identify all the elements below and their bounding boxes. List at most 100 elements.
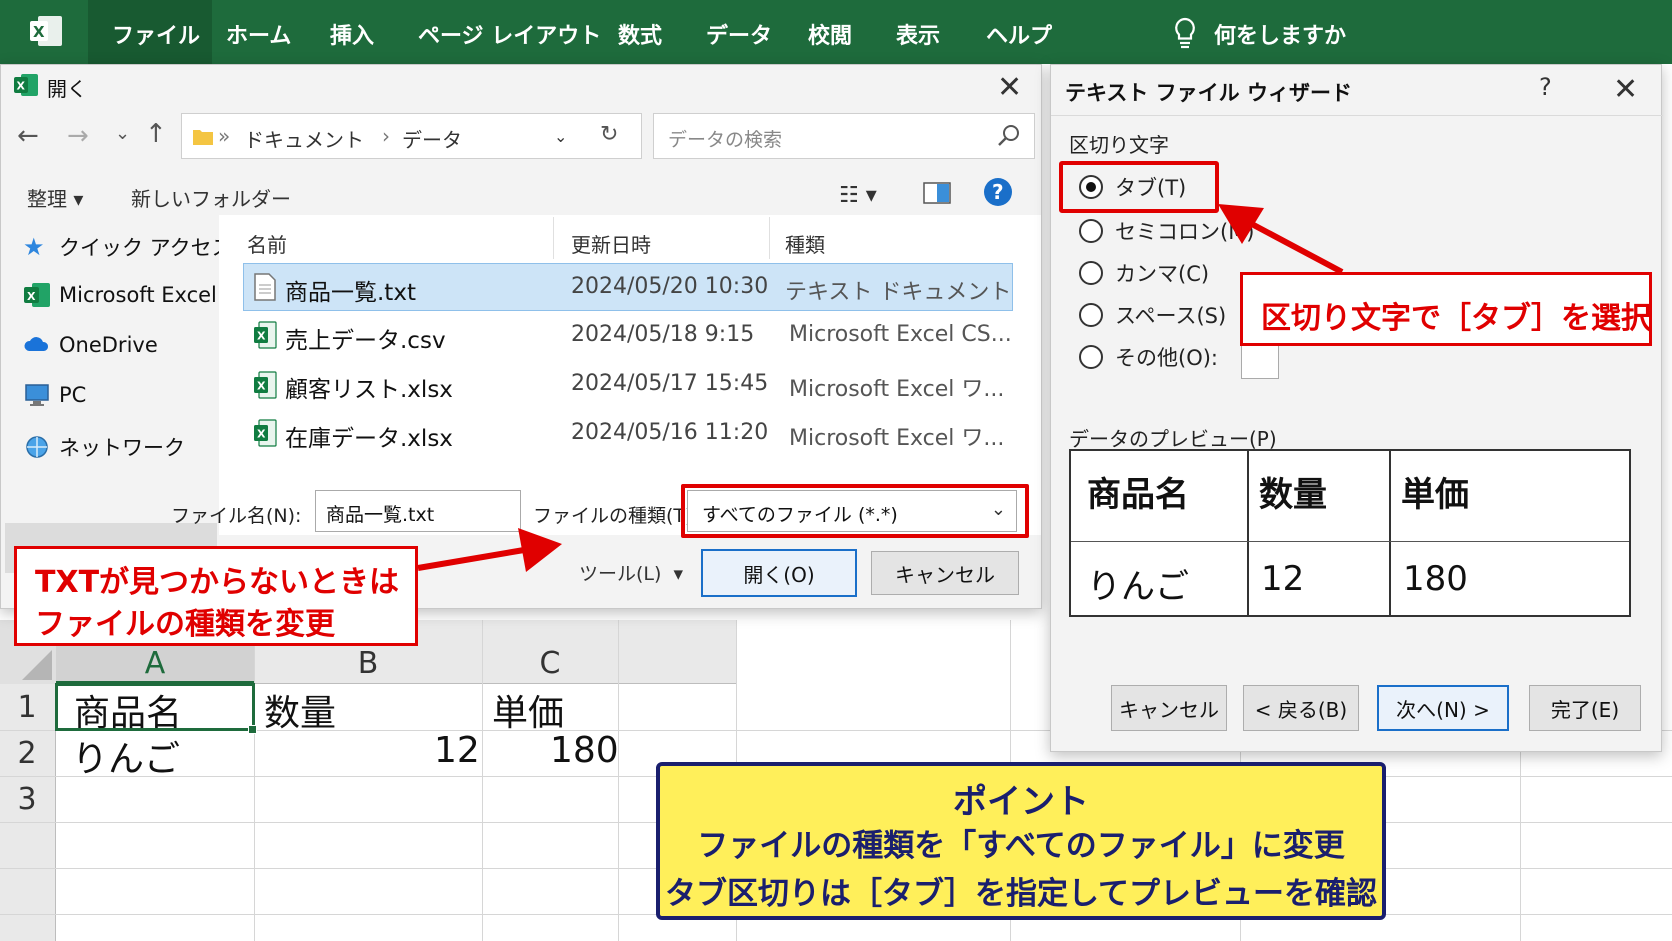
recent-chevron-icon[interactable]: ⌄ (115, 125, 130, 143)
point-line-1: ファイルの種類を「すべてのファイル」に変更 (697, 828, 1345, 864)
tab-page-layout[interactable]: ページ レイアウト (418, 18, 601, 50)
selected-cell-outline (55, 683, 255, 731)
tab-formulas[interactable]: 数式 (618, 18, 662, 50)
filetype-highlight-box (681, 484, 1029, 538)
preview-pane-icon[interactable] (923, 181, 951, 205)
wizard-cancel-button[interactable]: キャンセル (1111, 685, 1227, 731)
breadcrumb-separator-icon: » (218, 124, 231, 148)
folder-icon (193, 130, 213, 145)
cell-c2[interactable]: 180 (550, 730, 619, 771)
back-button[interactable]: < 戻る(B) (1243, 685, 1359, 731)
svg-text:X: X (257, 428, 266, 441)
row-header-1[interactable]: 1 (0, 690, 54, 725)
column-header-type[interactable]: 種類 (785, 229, 825, 258)
filetype-callout-line2: ファイルの種類を変更 (35, 607, 335, 642)
ribbon: X ファイル ホーム 挿入 ページ レイアウト 数式 データ 校閲 表示 ヘルプ… (0, 0, 1672, 64)
column-header-a[interactable]: A (56, 646, 254, 681)
preview-header-cell: 数量 (1259, 475, 1327, 515)
close-icon[interactable]: ✕ (997, 73, 1022, 103)
svg-text:?: ? (992, 180, 1004, 204)
tab-view[interactable]: 表示 (896, 18, 940, 50)
tab-option-highlight-box (1059, 161, 1219, 213)
column-header-c[interactable]: C (482, 646, 618, 681)
text-import-wizard: テキスト ファイル ウィザード ? ✕ 区切り文字 タブ(T) セミコロン(M)… (1050, 64, 1663, 752)
file-name[interactable]: 商品一覧.txt (285, 273, 416, 307)
nav-item-quick-access[interactable]: ★ クイック アクセス (23, 227, 233, 267)
tell-me-search[interactable]: 何をしますか (1214, 18, 1346, 50)
address-dropdown-icon[interactable]: ⌄ (554, 127, 567, 146)
nav-item-pc[interactable]: PC (23, 375, 86, 415)
file-name[interactable]: 顧客リスト.xlsx (285, 370, 453, 404)
file-date: 2024/05/16 11:20 (571, 420, 769, 445)
breadcrumb-documents[interactable]: ドキュメント (244, 124, 364, 153)
view-options-icon[interactable]: ☷ ▾ (839, 183, 877, 208)
svg-text:X: X (27, 290, 36, 303)
tab-insert[interactable]: 挿入 (330, 18, 374, 50)
cell-a2[interactable]: りんご (72, 730, 180, 782)
nav-item-network[interactable]: ネットワーク (23, 427, 185, 467)
column-header-name[interactable]: 名前 (247, 229, 287, 258)
preview-data-cell: りんご (1087, 567, 1189, 607)
filename-input[interactable]: 商品一覧.txt (315, 490, 521, 532)
cell-c1[interactable]: 単価 (492, 684, 564, 736)
nav-item-microsoft-excel[interactable]: X Microsoft Excel (23, 275, 217, 315)
preview-data-cell: 180 (1403, 559, 1468, 599)
back-arrow-icon[interactable]: ← (17, 123, 39, 149)
organize-button[interactable]: 整理 ▾ (27, 183, 83, 212)
tab-data[interactable]: データ (706, 18, 772, 50)
nav-item-onedrive[interactable]: OneDrive (23, 325, 158, 365)
breadcrumb-chevron-icon: › (382, 124, 390, 148)
new-folder-button[interactable]: 新しいフォルダー (131, 183, 291, 212)
tab-help[interactable]: ヘルプ (986, 18, 1052, 50)
radio-other[interactable]: その他(O): (1079, 341, 1218, 373)
svg-text:X: X (33, 23, 45, 41)
next-button[interactable]: 次へ(N) > (1377, 685, 1509, 731)
lightbulb-icon (1175, 17, 1195, 49)
cell-b1[interactable]: 数量 (264, 684, 336, 736)
filetype-callout: TXTが見つからないときは ファイルの種類を変更 (14, 546, 418, 646)
tools-menu[interactable]: ツール(L) ▾ (579, 559, 683, 586)
file-type: Microsoft Excel ワ... (789, 426, 1005, 451)
tab-review[interactable]: 校閲 (808, 18, 852, 50)
search-box[interactable]: データの検索 (653, 113, 1035, 159)
excel-file-icon: X (254, 419, 277, 447)
filetype-label: ファイルの種類(T): (533, 505, 699, 527)
data-preview-table: 商品名 数量 単価 りんご 12 180 (1069, 449, 1631, 617)
fill-handle[interactable] (248, 725, 257, 734)
radio-comma[interactable]: カンマ(C) (1079, 257, 1209, 289)
preview-header-cell: 商品名 (1087, 475, 1189, 515)
breadcrumb-data[interactable]: データ (402, 124, 462, 153)
refresh-icon[interactable]: ↻ (600, 122, 618, 147)
delimiter-group-label: 区切り文字 (1069, 133, 1169, 157)
up-arrow-icon[interactable]: ↑ (145, 121, 167, 147)
tab-home[interactable]: ホーム (226, 18, 291, 50)
point-title: ポイント (953, 782, 1089, 822)
forward-arrow-icon[interactable]: → (67, 123, 89, 149)
column-header-b[interactable]: B (254, 646, 482, 681)
preview-header-cell: 単価 (1401, 475, 1469, 515)
help-icon[interactable]: ? (983, 177, 1013, 207)
point-callout: ポイント ファイルの種類を「すべてのファイル」に変更 タブ区切りは［タブ］を指定… (656, 762, 1386, 920)
svg-text:X: X (17, 80, 26, 93)
file-type: Microsoft Excel CS... (789, 322, 1012, 347)
svg-text:X: X (257, 380, 266, 393)
cancel-button[interactable]: キャンセル (871, 551, 1019, 595)
preview-label: データのプレビュー(P) (1069, 427, 1277, 451)
radio-semicolon[interactable]: セミコロン(M) (1079, 215, 1255, 247)
finish-button[interactable]: 完了(E) (1529, 685, 1641, 731)
row-header-2[interactable]: 2 (0, 736, 54, 771)
address-bar[interactable]: » ドキュメント › データ ⌄ ↻ (181, 113, 642, 159)
other-delimiter-input[interactable] (1241, 343, 1279, 379)
file-name[interactable]: 在庫データ.xlsx (285, 419, 453, 453)
file-type: Microsoft Excel ワ... (789, 377, 1005, 402)
close-icon[interactable]: ✕ (1613, 75, 1638, 105)
file-name[interactable]: 売上データ.csv (285, 321, 446, 355)
tab-file[interactable]: ファイル (112, 18, 200, 50)
radio-space[interactable]: スペース(S) (1079, 299, 1226, 331)
cell-b2[interactable]: 12 (434, 730, 480, 771)
help-button[interactable]: ? (1539, 73, 1552, 101)
open-button[interactable]: 開く(O) (701, 549, 857, 597)
row-header-3[interactable]: 3 (0, 782, 54, 817)
excel-app-icon: X (14, 74, 38, 96)
column-header-modified[interactable]: 更新日時 (571, 229, 651, 258)
